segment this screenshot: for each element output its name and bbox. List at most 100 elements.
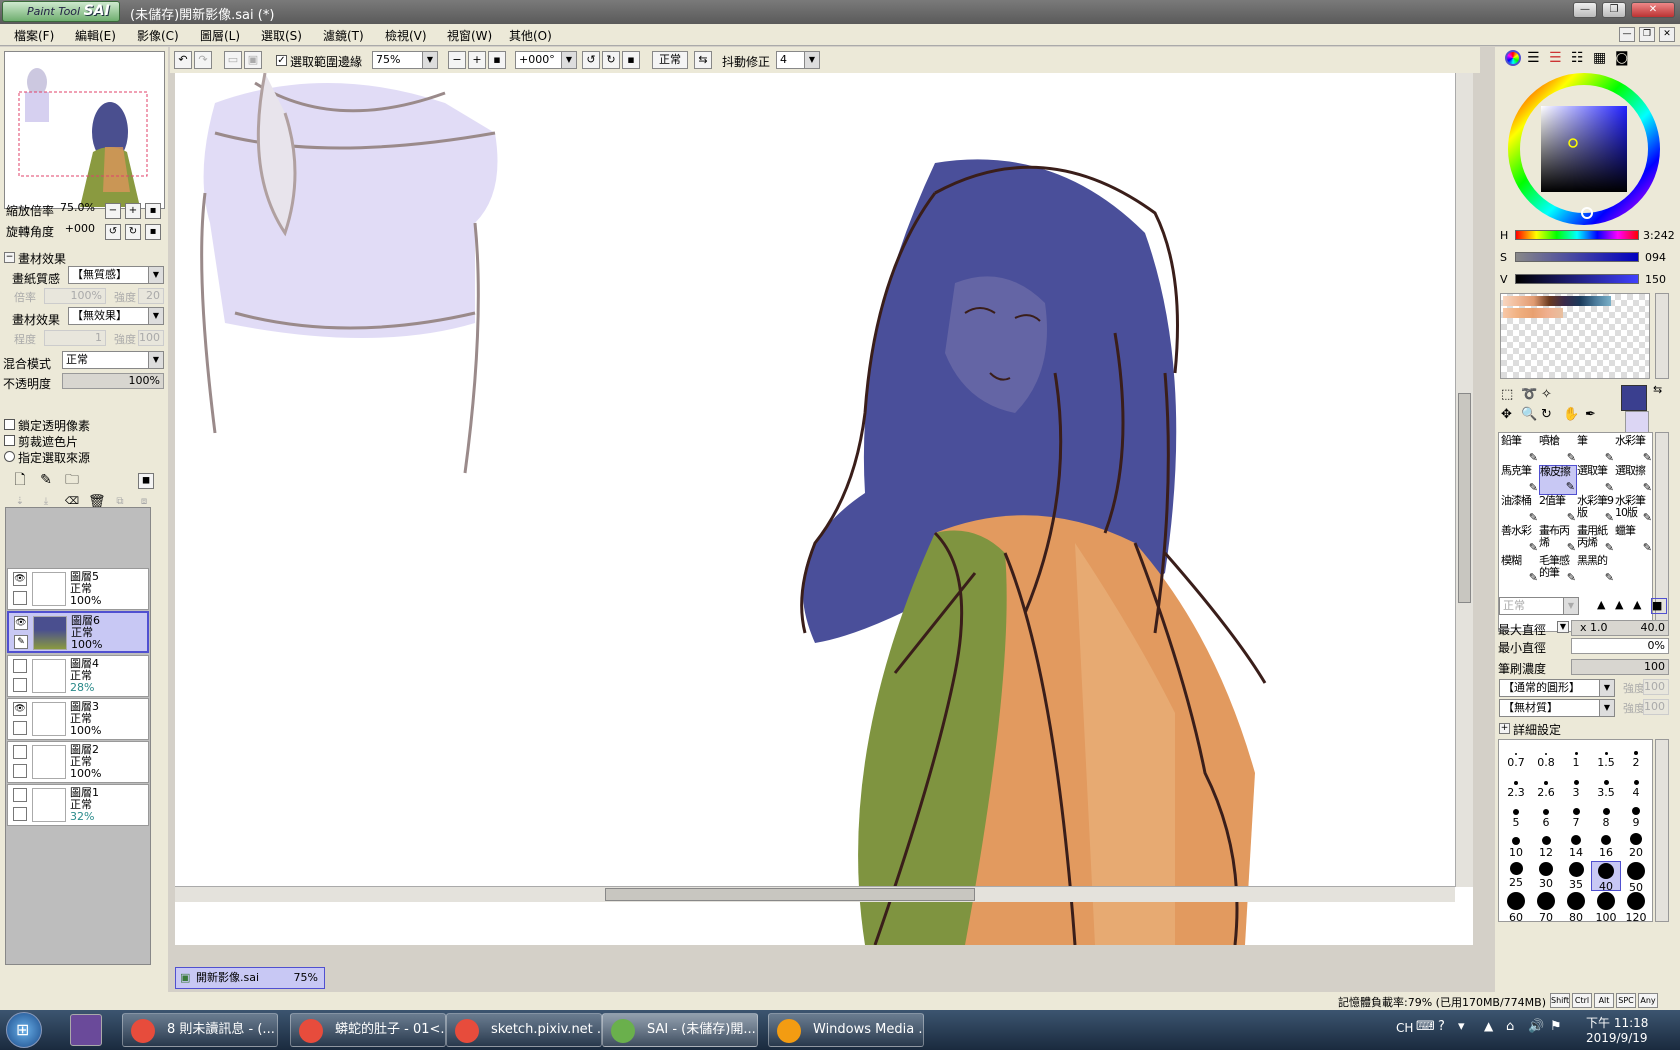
zoom-dropdown[interactable]: 75% xyxy=(372,51,438,69)
layer-row-4[interactable]: 圖層4 正常 28% xyxy=(7,655,149,697)
flip-button[interactable]: ⇆ xyxy=(694,51,712,69)
effect-dropdown[interactable]: 【無效果】 xyxy=(68,307,164,325)
lasso-icon[interactable]: ➰ xyxy=(1521,387,1537,402)
clock-date[interactable]: 2019/9/19 xyxy=(1586,1031,1648,1045)
brush-tool[interactable]: 黑黑的 ✎ xyxy=(1577,555,1615,585)
brush-size-option[interactable]: 0.7 xyxy=(1501,741,1531,771)
brush-size-option[interactable]: 7 xyxy=(1561,801,1591,831)
brush-tool[interactable]: 蠟筆 ✎ xyxy=(1615,525,1653,555)
size-multiplier-button[interactable]: ▼ xyxy=(1557,621,1569,633)
menu-edit[interactable]: 編輯(E) xyxy=(75,27,116,44)
visibility-toggle[interactable] xyxy=(13,659,27,673)
nav-rotate-cw-button[interactable]: ↻ xyxy=(125,224,141,240)
magic-wand-icon[interactable]: ✧ xyxy=(1541,387,1552,402)
network-icon[interactable]: ⌂ xyxy=(1506,1019,1514,1034)
rotate-tool-icon[interactable]: ↻ xyxy=(1541,407,1552,422)
brush-tool[interactable]: 選取擦 ✎ xyxy=(1615,465,1653,495)
brush-size-option[interactable]: 70 xyxy=(1531,891,1561,924)
effect-degree-field[interactable]: 1 xyxy=(44,330,106,346)
swatch-row[interactable] xyxy=(1503,296,1611,306)
brush-tool[interactable]: 水彩筆9版 ✎ xyxy=(1577,495,1615,525)
swatches-tab-icon[interactable]: ▦ xyxy=(1593,50,1606,66)
menu-others[interactable]: 其他(O) xyxy=(509,27,552,44)
new-layer-icon[interactable]: 🗋 xyxy=(12,473,28,489)
show-hidden-icons[interactable]: ▲ xyxy=(1484,1019,1493,1033)
menu-select[interactable]: 選取(S) xyxy=(261,27,302,44)
visibility-toggle[interactable] xyxy=(13,788,27,802)
layer-row-1[interactable]: 圖層1 正常 32% xyxy=(7,784,149,826)
brush-size-option[interactable]: 35 xyxy=(1561,861,1591,891)
restore-button[interactable]: ❐ xyxy=(1602,2,1626,18)
collapse-icon[interactable]: − xyxy=(4,252,15,263)
brush-size-option[interactable]: 2.3 xyxy=(1501,771,1531,801)
brush-size-option[interactable]: 50 xyxy=(1621,861,1651,894)
menu-window[interactable]: 視窗(W) xyxy=(447,27,492,44)
layer-edit-icon[interactable] xyxy=(13,721,27,735)
brush-size-option[interactable]: 20 xyxy=(1621,831,1651,861)
hand-icon[interactable]: ✋ xyxy=(1563,407,1579,422)
clipping-checkbox[interactable] xyxy=(4,435,15,446)
blend-mode-dropdown[interactable]: 正常 xyxy=(62,351,164,369)
brush-size-option[interactable]: 3 xyxy=(1561,771,1591,801)
brush-size-option[interactable]: 16 xyxy=(1591,831,1621,861)
value-slider[interactable] xyxy=(1515,274,1639,284)
layer-edit-icon[interactable]: ✎ xyxy=(14,635,28,649)
layer-row-5[interactable]: 👁 圖層5 正常 100% xyxy=(7,568,149,610)
visibility-eye-icon[interactable]: 👁 xyxy=(13,572,27,586)
deselect-button[interactable]: ▭ xyxy=(224,51,242,69)
brush-size-option[interactable]: 9 xyxy=(1621,801,1651,831)
layer-row-6[interactable]: 👁 ✎ 圖層6 正常 100% xyxy=(7,611,149,653)
rotate-cw-button[interactable]: ↻ xyxy=(602,51,620,69)
brush-tool[interactable]: 毛筆感的筆 ✎ xyxy=(1539,555,1577,585)
brush-tool[interactable]: 2值筆 ✎ xyxy=(1539,495,1577,525)
brush-size-option[interactable]: 30 xyxy=(1531,861,1561,891)
layer-edit-icon[interactable] xyxy=(13,807,27,821)
vertical-scrollbar[interactable] xyxy=(1455,73,1473,887)
rotate-reset-button[interactable]: ▪ xyxy=(622,51,640,69)
horizontal-scroll-thumb[interactable] xyxy=(605,888,975,901)
taskbar-item[interactable]: 蟒蛇的肚子 - 01<... xyxy=(290,1013,446,1047)
brush-size-option[interactable]: 60 xyxy=(1501,891,1531,924)
volume-icon[interactable]: 🔊 xyxy=(1528,1019,1544,1034)
antialias-checkbox[interactable]: ✓ xyxy=(276,55,287,66)
rotate-value[interactable]: +000 xyxy=(60,222,98,238)
brush-tool[interactable]: 模糊 ✎ xyxy=(1501,555,1539,585)
brush-tool[interactable]: 畫用紙丙烯 ✎ xyxy=(1577,525,1615,555)
nav-zoom-in-button[interactable]: + xyxy=(125,203,141,219)
advanced-settings-label[interactable]: 詳細設定 xyxy=(1513,721,1561,738)
rect-select-icon[interactable]: ⬚ xyxy=(1501,387,1513,402)
swatch-grid[interactable] xyxy=(1500,293,1650,379)
visibility-eye-icon[interactable]: 👁 xyxy=(14,616,28,630)
swatch-row[interactable] xyxy=(1503,308,1563,318)
brush-size-option[interactable]: 2.6 xyxy=(1531,771,1561,801)
menu-filter[interactable]: 濾鏡(T) xyxy=(323,27,364,44)
brush-size-option[interactable]: 3.5 xyxy=(1591,771,1621,801)
options-icon[interactable]: ▾ xyxy=(1458,1019,1465,1034)
layer-row-2[interactable]: 圖層2 正常 100% xyxy=(7,741,149,783)
zoom-reset-button[interactable]: ▪ xyxy=(488,51,506,69)
brush-mode-dropdown[interactable]: 正常 xyxy=(1499,597,1579,615)
brush-size-option[interactable]: 80 xyxy=(1561,891,1591,924)
rgb-slider-tab-icon[interactable]: ☰ xyxy=(1527,50,1540,66)
mdi-minimize-button[interactable]: — xyxy=(1619,27,1635,42)
max-size-slider[interactable]: x 1.0 40.0 xyxy=(1571,620,1669,636)
medium-edge-icon[interactable]: ▲ xyxy=(1615,598,1631,614)
brush-shape-dropdown[interactable]: 【通常的圓形】 xyxy=(1499,679,1615,697)
brush-size-option[interactable]: 2 xyxy=(1621,741,1651,771)
effect-strength-field[interactable]: 100 xyxy=(138,330,164,346)
color-wheel[interactable] xyxy=(1507,72,1661,226)
clock-time[interactable]: 下午 11:18 xyxy=(1586,1014,1648,1031)
visibility-eye-icon[interactable]: 👁 xyxy=(13,702,27,716)
nav-rotate-reset-button[interactable]: ▪ xyxy=(145,224,161,240)
input-language[interactable]: CH xyxy=(1396,1021,1413,1035)
brush-size-option[interactable]: 0.8 xyxy=(1531,741,1561,771)
density-slider[interactable]: 100 xyxy=(1571,659,1669,675)
swap-colors-icon[interactable]: ⇆ xyxy=(1653,383,1662,396)
minimize-button[interactable]: — xyxy=(1573,2,1597,18)
action-center-icon[interactable]: ⚑ xyxy=(1550,1019,1562,1034)
soft-edge-icon[interactable]: ▲ xyxy=(1633,598,1649,614)
menu-image[interactable]: 影像(C) xyxy=(137,27,179,44)
brush-size-option[interactable]: 40 xyxy=(1591,861,1621,893)
layer-edit-icon[interactable] xyxy=(13,764,27,778)
scratchpad-tab-icon[interactable]: ◙ xyxy=(1615,50,1629,66)
